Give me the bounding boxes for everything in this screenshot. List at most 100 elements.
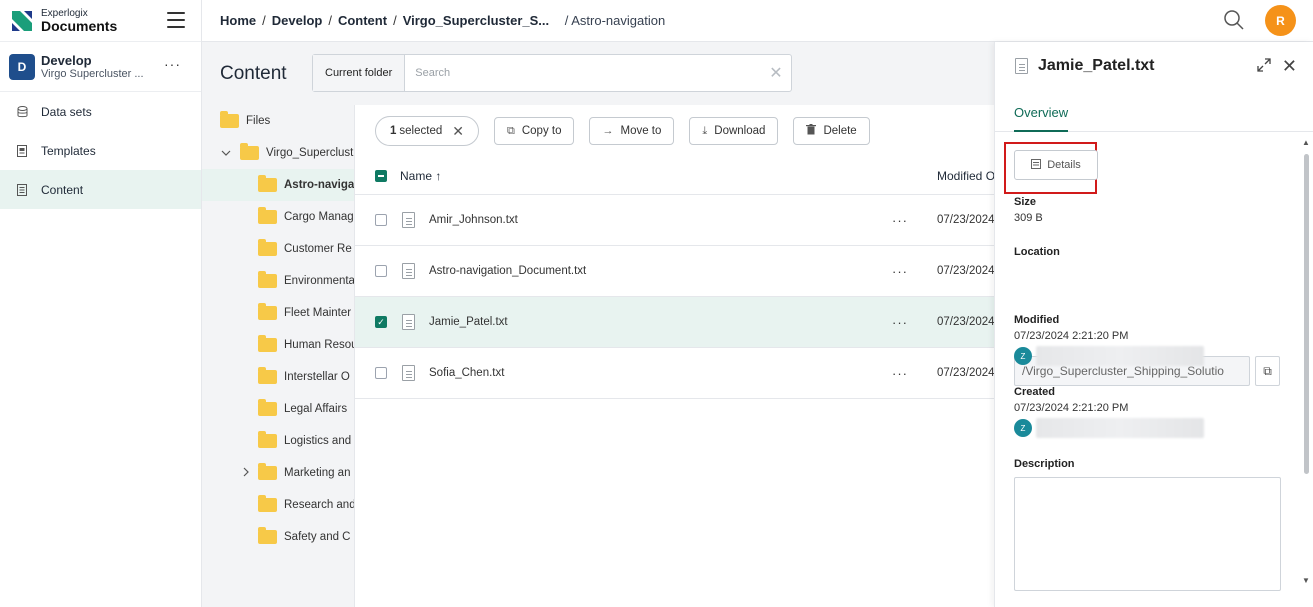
- tree-item-parent[interactable]: Virgo_Superclust: [202, 137, 354, 169]
- size-label: Size: [1014, 196, 1037, 208]
- more-icon[interactable]: ···: [164, 56, 181, 72]
- table-row[interactable]: Amir_Johnson.txt ··· 07/23/2024: [355, 195, 995, 246]
- nav-item-content[interactable]: Content: [0, 170, 201, 209]
- tree-item-folder[interactable]: Astro-naviga: [202, 169, 354, 201]
- tab-overview[interactable]: Overview: [1014, 105, 1069, 132]
- workspace-switcher[interactable]: D Develop Virgo Supercluster ... ···: [0, 42, 201, 92]
- created-by-user: Z: [1014, 418, 1204, 438]
- breadcrumb-separator: /: [393, 13, 397, 28]
- tree-label: Virgo_Superclust: [266, 147, 354, 159]
- tree-label: Safety and C: [284, 531, 351, 543]
- file-name[interactable]: Astro-navigation_Document.txt: [429, 265, 586, 277]
- workspace-avatar: D: [9, 53, 35, 80]
- blurred-email: [1036, 346, 1204, 366]
- clear-icon[interactable]: ✕: [761, 63, 791, 83]
- tree-label: Customer Re: [284, 243, 352, 255]
- more-icon[interactable]: ···: [892, 315, 908, 330]
- row-checkbox[interactable]: [375, 214, 387, 226]
- breadcrumb-develop[interactable]: Develop: [272, 13, 323, 28]
- table-row[interactable]: ✓ Jamie_Patel.txt ··· 07/23/2024: [355, 297, 995, 348]
- tree-item-folder[interactable]: Environmenta: [202, 265, 354, 297]
- tree-item-folder[interactable]: Logistics and: [202, 425, 354, 457]
- more-icon[interactable]: ···: [892, 366, 908, 381]
- chevron-right-icon[interactable]: [240, 467, 252, 480]
- scroll-up-icon[interactable]: ▲: [1302, 138, 1310, 147]
- table-row[interactable]: Sofia_Chen.txt ··· 07/23/2024: [355, 348, 995, 399]
- tree-item-folder[interactable]: Customer Re: [202, 233, 354, 265]
- scrollbar-thumb[interactable]: [1304, 154, 1309, 474]
- breadcrumb-content[interactable]: Content: [338, 13, 387, 28]
- table-row[interactable]: Astro-navigation_Document.txt ··· 07/23/…: [355, 246, 995, 297]
- file-name[interactable]: Sofia_Chen.txt: [429, 367, 504, 379]
- nav-item-templates[interactable]: Templates: [0, 131, 201, 170]
- row-checkbox[interactable]: [375, 367, 387, 379]
- selection-chip[interactable]: 1 selected ✕: [375, 116, 479, 146]
- tree-item-folder[interactable]: Interstellar O: [202, 361, 354, 393]
- tree-item-folder[interactable]: Human Resou: [202, 329, 354, 361]
- move-to-button[interactable]: → Move to: [589, 117, 675, 145]
- expand-icon[interactable]: [1257, 58, 1271, 76]
- tree-item-folder[interactable]: Fleet Mainter: [202, 297, 354, 329]
- more-icon[interactable]: ···: [892, 264, 908, 279]
- delete-label: Delete: [823, 125, 857, 137]
- copy-icon[interactable]: ⧉: [1255, 356, 1280, 386]
- breadcrumb-folder[interactable]: Virgo_Supercluster_S...: [403, 13, 549, 28]
- user-avatar-small: Z: [1014, 347, 1032, 365]
- created-label: Created: [1014, 386, 1055, 398]
- breadcrumb-separator: /: [328, 13, 332, 28]
- select-all-checkbox[interactable]: [375, 169, 387, 182]
- search-icon[interactable]: [1223, 9, 1245, 31]
- detail-panel: Jamie_Patel.txt ✕ Overview Details Size …: [994, 42, 1313, 607]
- tree-label: Environmenta: [284, 275, 354, 287]
- tree-label: Cargo Manag: [284, 211, 354, 223]
- tree-item-folder[interactable]: Marketing an: [202, 457, 354, 489]
- more-icon[interactable]: ···: [892, 213, 908, 228]
- tree-item-folder[interactable]: Legal Affairs: [202, 393, 354, 425]
- tree-label: Interstellar O: [284, 371, 350, 383]
- nav-item-data-sets[interactable]: Data sets: [0, 92, 201, 131]
- folder-icon: [258, 303, 277, 320]
- search-bar: Current folder ✕: [312, 54, 792, 92]
- selected-count: 1: [390, 125, 397, 137]
- details-button[interactable]: Details: [1014, 150, 1098, 180]
- tree-item-folder[interactable]: Research and: [202, 489, 354, 521]
- file-icon: [402, 212, 415, 228]
- user-avatar[interactable]: R: [1265, 5, 1296, 36]
- close-icon[interactable]: ✕: [452, 123, 464, 140]
- download-button[interactable]: ⤓ Download: [689, 117, 779, 145]
- chevron-down-icon[interactable]: [220, 148, 232, 159]
- trash-icon: [806, 124, 817, 138]
- delete-button[interactable]: Delete: [793, 117, 870, 145]
- breadcrumb-home[interactable]: Home: [220, 13, 256, 28]
- list-header: Name ↑ Modified O: [355, 157, 995, 195]
- column-header-name[interactable]: Name ↑: [400, 169, 441, 183]
- close-icon[interactable]: ✕: [1282, 56, 1297, 77]
- description-textarea[interactable]: [1014, 477, 1281, 591]
- file-icon: [402, 314, 415, 330]
- search-input[interactable]: [405, 55, 761, 91]
- tree-label: Fleet Mainter: [284, 307, 352, 319]
- tree-item-folder[interactable]: Safety and C: [202, 521, 354, 553]
- copy-to-button[interactable]: ⧉ Copy to: [493, 117, 575, 145]
- file-icon: [1015, 58, 1028, 74]
- search-scope-button[interactable]: Current folder: [313, 55, 406, 91]
- folder-icon: [258, 239, 277, 256]
- row-checkbox[interactable]: ✓: [375, 316, 387, 328]
- file-name[interactable]: Jamie_Patel.txt: [429, 316, 508, 328]
- folder-icon: [258, 175, 277, 192]
- scrollbar[interactable]: ▲ ▼: [1302, 138, 1311, 588]
- scroll-down-icon[interactable]: ▼: [1302, 576, 1310, 585]
- modified-label: Modified: [1014, 314, 1060, 326]
- tree-item-folder[interactable]: Cargo Manag: [202, 201, 354, 233]
- column-header-modified[interactable]: Modified O: [937, 169, 995, 183]
- folder-icon: [258, 399, 277, 416]
- size-value: 309 B: [1014, 212, 1043, 224]
- menu-icon[interactable]: [167, 12, 185, 28]
- tree-item-files[interactable]: Files: [202, 105, 354, 137]
- file-name[interactable]: Amir_Johnson.txt: [429, 214, 518, 226]
- folder-icon: [258, 495, 277, 512]
- toolbar: 1 selected ✕ ⧉ Copy to → Move to ⤓ Downl…: [355, 105, 994, 157]
- description-label: Description: [1014, 458, 1075, 470]
- row-checkbox[interactable]: [375, 265, 387, 277]
- tree-label: Human Resou: [284, 339, 354, 351]
